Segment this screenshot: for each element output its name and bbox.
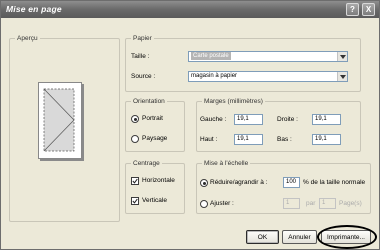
reduire-input[interactable]: 100 xyxy=(283,177,300,188)
reduire-label: Réduire/agrandir à : xyxy=(210,179,268,186)
ajuster-radio[interactable] xyxy=(200,200,208,208)
paysage-radio[interactable] xyxy=(131,135,139,143)
annuler-button[interactable]: Annuler xyxy=(282,230,317,244)
source-label: Source : xyxy=(131,73,156,80)
horizontale-checkbox[interactable] xyxy=(131,177,139,185)
highlight-circle-annotation xyxy=(317,225,377,249)
page-setup-dialog: Mise en page ? X Aperçu Papier Taille : … xyxy=(0,0,380,250)
gauche-label: Gauche : xyxy=(200,116,227,123)
pages-label: Page(s) xyxy=(339,200,362,207)
marges-legend: Marges (millimètres) xyxy=(204,98,263,105)
echelle-legend: Mise à l'échelle xyxy=(204,160,249,167)
droite-label: Droite : xyxy=(277,116,298,123)
par-label: par xyxy=(306,200,316,207)
centrage-legend: Centrage xyxy=(133,160,160,167)
bas-label: Bas : xyxy=(277,136,292,143)
close-button[interactable]: X xyxy=(362,3,375,16)
close-icon: X xyxy=(365,4,372,14)
reduire-suffix: % de la taille normale xyxy=(303,179,366,186)
paysage-label: Paysage xyxy=(142,135,168,142)
orientation-group: Orientation xyxy=(125,98,185,152)
ok-button[interactable]: OK xyxy=(246,230,279,244)
checkmark-icon xyxy=(132,198,138,204)
help-button[interactable]: ? xyxy=(346,3,359,16)
portrait-label: Portrait xyxy=(142,115,163,122)
haut-label: Haut : xyxy=(200,136,218,143)
checkmark-icon xyxy=(132,178,138,184)
papier-legend: Papier xyxy=(133,35,152,42)
ajuster-label: Ajuster : xyxy=(210,200,234,207)
taille-select[interactable]: Carte postale xyxy=(188,51,348,62)
papier-group: Papier xyxy=(125,35,361,92)
page-preview xyxy=(38,82,82,159)
source-value: magasin à papier xyxy=(191,73,238,79)
verticale-label: Verticale xyxy=(142,197,167,204)
ajuster-width-input[interactable]: 1 xyxy=(283,198,300,209)
reduire-radio[interactable] xyxy=(200,179,208,187)
source-select[interactable]: magasin à papier xyxy=(188,71,348,82)
haut-input[interactable]: 19,1 xyxy=(234,134,263,145)
droite-input[interactable]: 19,1 xyxy=(312,114,341,125)
apercu-legend: Aperçu xyxy=(17,35,38,42)
ajuster-height-input[interactable]: 1 xyxy=(319,198,336,209)
taille-label: Taille : xyxy=(131,53,150,60)
bas-input[interactable]: 19,1 xyxy=(312,134,341,145)
centrage-group: Centrage xyxy=(125,160,185,214)
orientation-legend: Orientation xyxy=(133,98,165,105)
help-icon: ? xyxy=(350,4,355,14)
portrait-radio[interactable] xyxy=(131,115,139,123)
preview-margins-graphic xyxy=(43,88,75,152)
chevron-down-icon[interactable] xyxy=(337,72,347,81)
gauche-input[interactable]: 19,1 xyxy=(234,114,263,125)
taille-value: Carte postale xyxy=(191,52,231,60)
chevron-down-icon[interactable] xyxy=(337,52,347,61)
title-bar: Mise en page ? X xyxy=(1,1,379,18)
horizontale-label: Horizontale xyxy=(142,177,175,184)
verticale-checkbox[interactable] xyxy=(131,197,139,205)
dialog-title: Mise en page xyxy=(6,4,62,14)
